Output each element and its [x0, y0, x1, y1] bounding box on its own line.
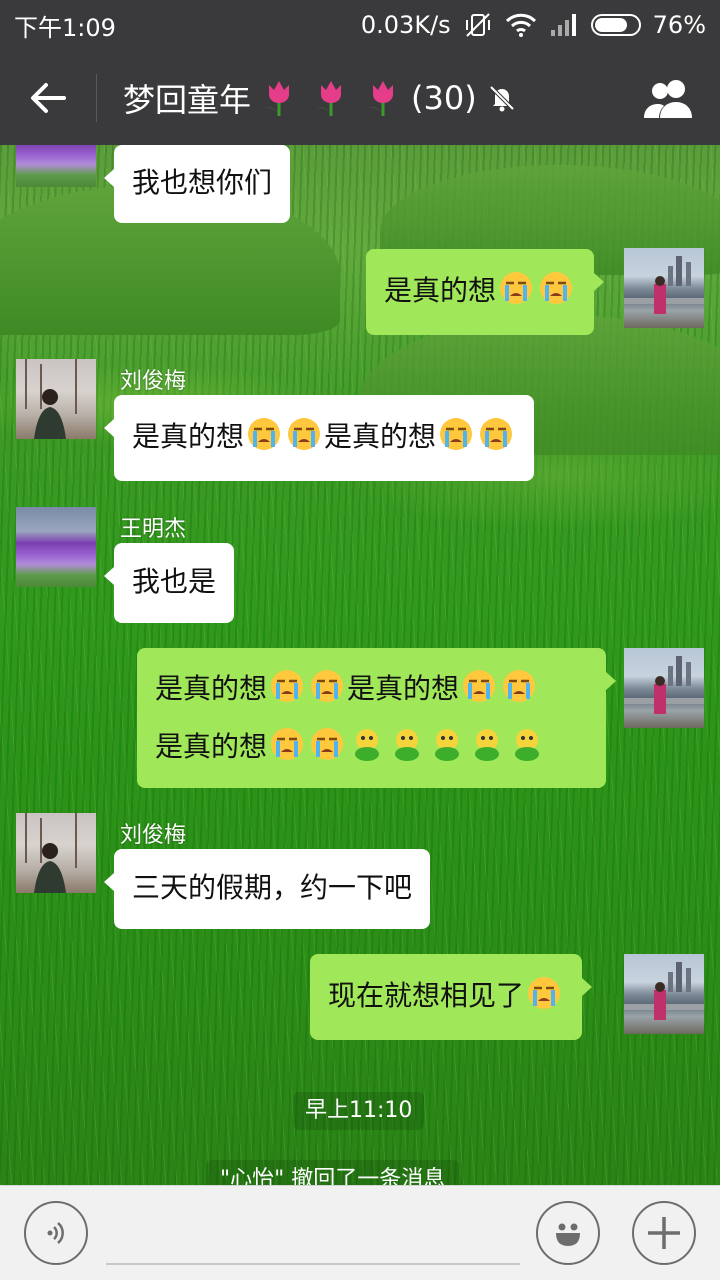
- avatar[interactable]: [16, 359, 96, 439]
- voice-icon: [47, 1222, 64, 1244]
- crying-face-emoji-icon: [503, 670, 536, 702]
- crying-face-emoji-icon: [540, 272, 573, 304]
- crying-face-emoji-icon: [528, 977, 561, 1009]
- network-speed: 0.03K/s: [360, 11, 451, 39]
- signal-icon: [549, 12, 579, 38]
- message-bubble[interactable]: 是真的想 是真的想: [103, 395, 535, 481]
- message-timestamp: 早上11:10: [293, 1092, 425, 1130]
- message-text: 我也是: [132, 565, 217, 598]
- crying-face-emoji-icon: [271, 670, 304, 702]
- crying-face-emoji-icon: [480, 418, 513, 450]
- message-text: 是真的想: [384, 274, 497, 307]
- sender-name: 王明杰: [120, 517, 187, 542]
- message-text: 是真的想: [132, 420, 245, 453]
- message-bubble[interactable]: 三天的假期，约一下吧: [103, 849, 431, 929]
- group-members-button[interactable]: [620, 50, 720, 145]
- avatar[interactable]: [16, 507, 96, 587]
- message-bubble[interactable]: 是真的想: [366, 249, 605, 335]
- message-bubble[interactable]: 我也是: [103, 543, 235, 623]
- wifi-icon: [505, 12, 537, 38]
- avatar[interactable]: [624, 248, 704, 328]
- battery-percent: 76%: [652, 11, 706, 39]
- message-text: 是真的想: [347, 672, 460, 705]
- crying-face-emoji-icon: [248, 418, 281, 450]
- avatar[interactable]: [16, 145, 96, 187]
- crying-face-emoji-icon: [311, 728, 344, 760]
- chat-header: 梦回童年 (30): [0, 50, 720, 145]
- message-text: 是真的想: [155, 672, 268, 705]
- chat-title: 梦回童年 (30): [123, 75, 517, 121]
- frog-emoji-icon: [515, 729, 540, 761]
- input-underline: [106, 1263, 520, 1265]
- member-count: (30): [411, 78, 477, 117]
- avatar[interactable]: [624, 954, 704, 1034]
- avatar[interactable]: [16, 813, 96, 893]
- smiley-icon: [556, 1223, 580, 1246]
- voice-input-button[interactable]: [24, 1201, 88, 1265]
- arrow-left-icon: [31, 82, 66, 113]
- recall-notice: "心怡" 撤回了一条消息: [206, 1160, 460, 1185]
- status-time: 下午1:09: [14, 13, 116, 42]
- more-options-button[interactable]: [632, 1201, 696, 1265]
- frog-emoji-icon: [435, 729, 460, 761]
- message-text: 是真的想: [324, 420, 437, 453]
- sender-name: 刘俊梅: [120, 369, 187, 394]
- message-text: 我也想你们: [132, 166, 273, 199]
- crying-face-emoji-icon: [288, 418, 321, 450]
- status-bar: 下午1:09 0.03K/s 76%: [0, 0, 720, 50]
- vibrate-off-icon: [463, 10, 493, 40]
- mute-bell-icon: [489, 85, 515, 111]
- message-bubble[interactable]: 现在就想相见了: [310, 954, 593, 1040]
- avatar[interactable]: [624, 648, 704, 728]
- sender-name: 刘俊梅: [120, 823, 187, 848]
- message-input[interactable]: [106, 1201, 520, 1265]
- header-divider: [96, 73, 97, 122]
- input-bar: [0, 1185, 720, 1280]
- tulip-emoji-icon: [317, 80, 342, 116]
- frog-emoji-icon: [475, 729, 500, 761]
- message-bubble[interactable]: 我也想你们: [103, 145, 291, 223]
- message-text: 是真的想: [155, 730, 268, 763]
- crying-face-emoji-icon: [500, 272, 533, 304]
- tulip-emoji-icon: [369, 80, 394, 116]
- message-bubble[interactable]: 是真的想 是真的想 是真的想: [137, 648, 616, 788]
- tulip-emoji-icon: [265, 80, 290, 116]
- frog-emoji-icon: [395, 729, 420, 761]
- message-list[interactable]: 我也想你们 是真的想 刘俊梅 是真的想 是真的想 王明杰 我也是 是真的想 是真的想…: [0, 145, 720, 1185]
- crying-face-emoji-icon: [463, 670, 496, 702]
- crying-face-emoji-icon: [311, 670, 344, 702]
- frog-emoji-icon: [355, 729, 380, 761]
- message-text: 现在就想相见了: [328, 979, 525, 1012]
- crying-face-emoji-icon: [440, 418, 473, 450]
- back-button[interactable]: [0, 50, 96, 145]
- battery-icon: [590, 14, 641, 36]
- emoji-button[interactable]: [536, 1201, 600, 1265]
- people-icon: [644, 79, 692, 118]
- plus-icon: [648, 1217, 680, 1249]
- message-text: 三天的假期，约一下吧: [132, 871, 413, 904]
- group-name: 梦回童年: [123, 80, 252, 119]
- crying-face-emoji-icon: [271, 728, 304, 760]
